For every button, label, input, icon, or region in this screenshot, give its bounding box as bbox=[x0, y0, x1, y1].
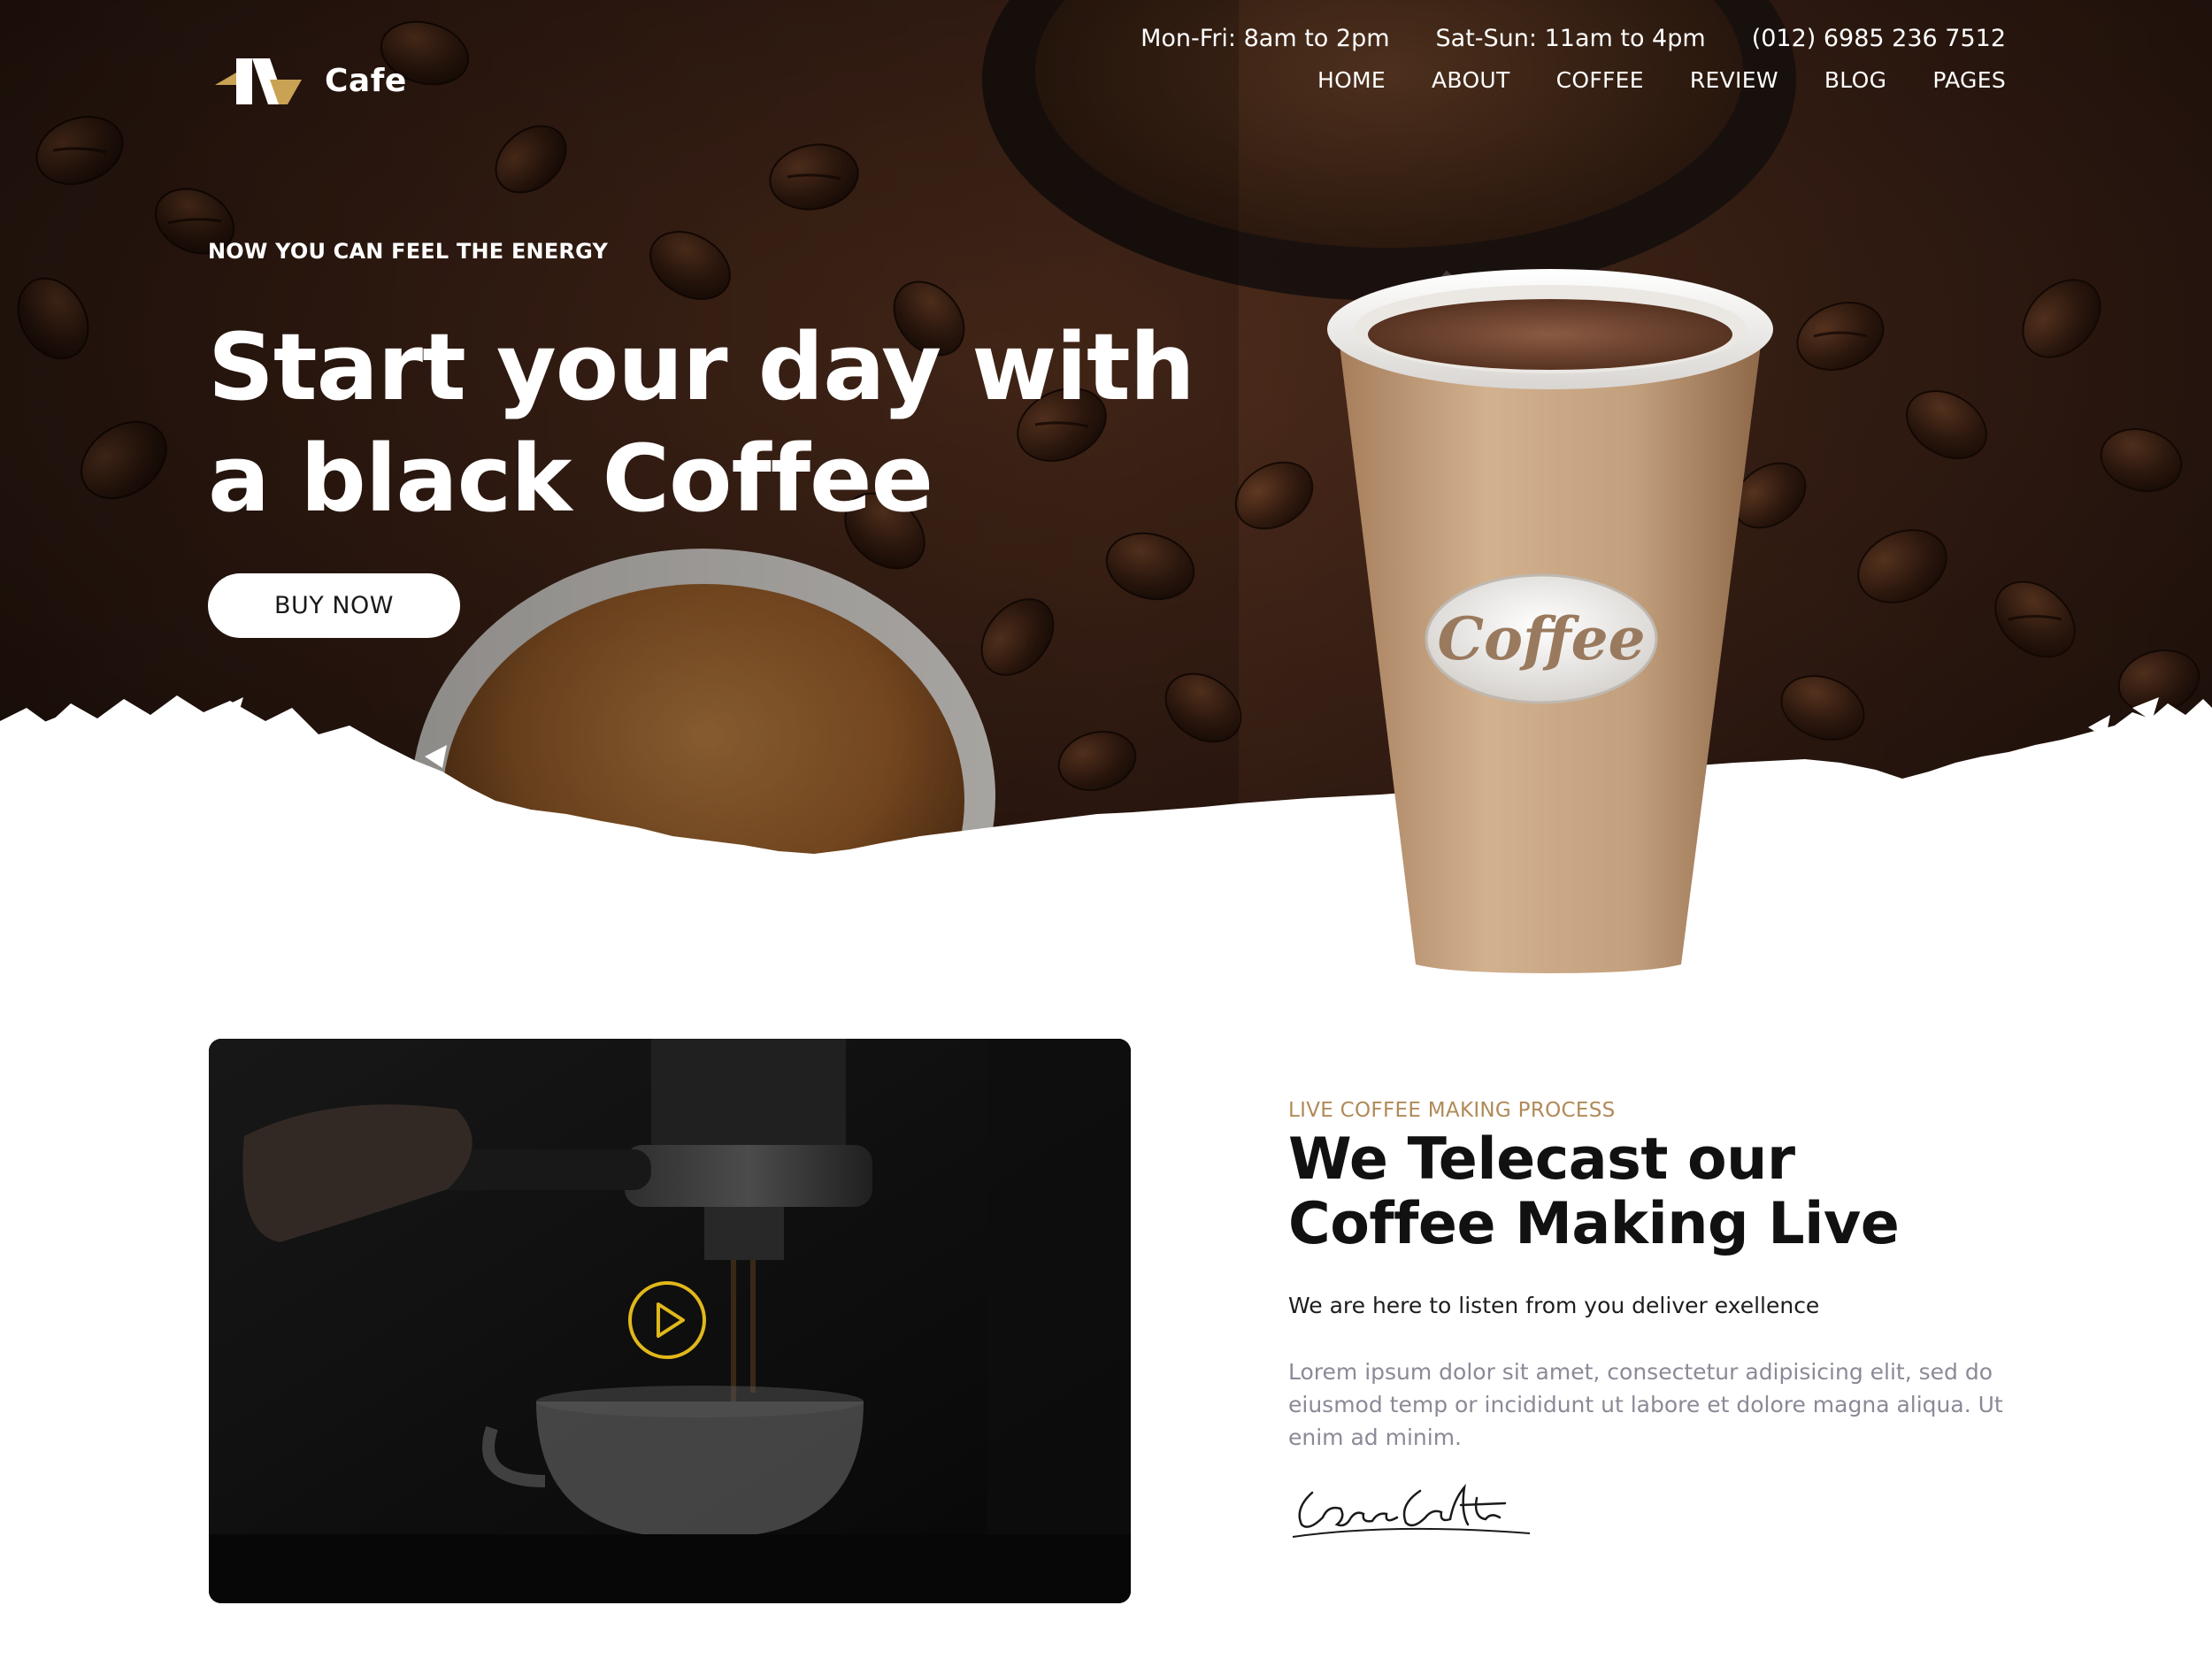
phone-number[interactable]: (012) 6985 236 7512 bbox=[1752, 25, 2006, 52]
nav-home[interactable]: HOME bbox=[1317, 67, 1386, 93]
live-section-tagline: We are here to listen from you deliver e… bbox=[1288, 1293, 1820, 1318]
buy-now-button[interactable]: BUY NOW bbox=[208, 573, 460, 638]
play-icon[interactable] bbox=[626, 1279, 708, 1361]
hero-eyebrow: NOW YOU CAN FEEL THE ENERGY bbox=[208, 239, 609, 264]
live-video-card[interactable] bbox=[209, 1039, 1131, 1603]
signature-image bbox=[1292, 1483, 1531, 1538]
weekday-hours: Mon-Fri: 8am to 2pm bbox=[1141, 25, 1390, 52]
live-title-line1: We Telecast our bbox=[1288, 1126, 1795, 1193]
top-info-bar: Mon-Fri: 8am to 2pm Sat-Sun: 11am to 4pm… bbox=[1141, 25, 2006, 52]
hero-headline-line1: Start your day with bbox=[208, 313, 1195, 421]
nav-blog[interactable]: BLOG bbox=[1824, 67, 1886, 93]
main-nav: HOME ABOUT COFFEE REVIEW BLOG PAGES bbox=[1317, 67, 2006, 93]
live-title-line2: Coffee Making Live bbox=[1288, 1191, 1900, 1257]
live-section-body: Lorem ipsum dolor sit amet, consectetur … bbox=[1288, 1359, 2003, 1450]
nav-pages[interactable]: PAGES bbox=[1932, 67, 2006, 93]
weekend-hours: Sat-Sun: 11am to 4pm bbox=[1435, 25, 1706, 52]
live-section-title: We Telecast our Coffee Making Live bbox=[1288, 1127, 2014, 1256]
m-logo-icon bbox=[215, 58, 302, 104]
hero-headline-line2: a black Coffee bbox=[208, 425, 933, 533]
cup-label-text: Coffee bbox=[1437, 604, 1645, 673]
coffee-cup-image: Coffee bbox=[1310, 257, 1787, 973]
brand-name: Cafe bbox=[325, 62, 407, 99]
brand-logo[interactable]: Cafe bbox=[208, 55, 407, 106]
nav-coffee[interactable]: COFFEE bbox=[1556, 67, 1644, 93]
nav-review[interactable]: REVIEW bbox=[1690, 67, 1778, 93]
hero-section: Cafe Mon-Fri: 8am to 2pm Sat-Sun: 11am t… bbox=[0, 0, 2212, 973]
nav-about[interactable]: ABOUT bbox=[1432, 67, 1510, 93]
live-section-label: LIVE COFFEE MAKING PROCESS bbox=[1288, 1099, 1616, 1122]
hero-headline: Start your day with a black Coffee bbox=[208, 311, 1252, 534]
